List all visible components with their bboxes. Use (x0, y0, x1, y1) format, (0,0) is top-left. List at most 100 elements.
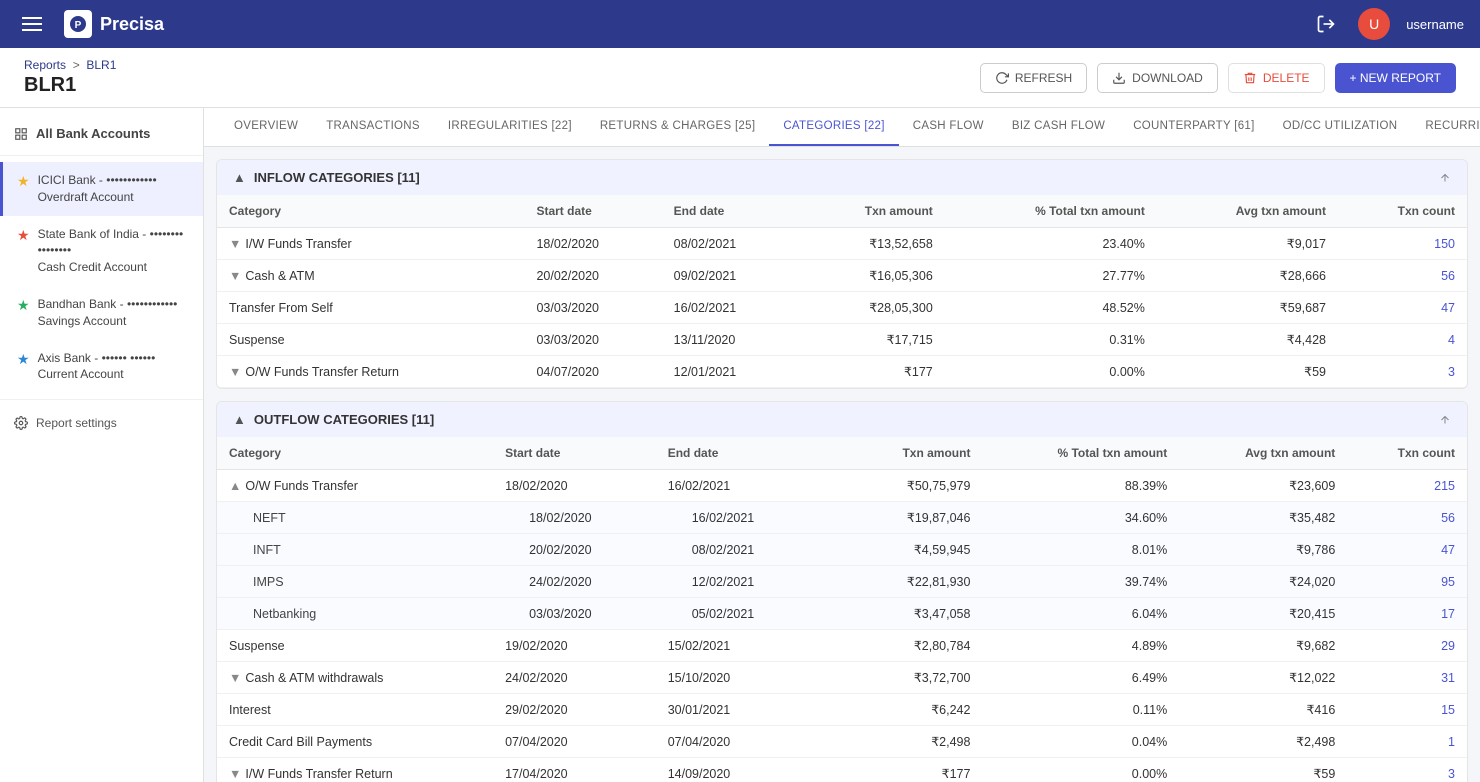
sidebar-settings[interactable]: Report settings (0, 406, 203, 440)
cell-count[interactable]: 215 (1347, 470, 1467, 502)
cell-category: ▲O/W Funds Transfer (217, 470, 493, 502)
inflow-section-header: ▲ INFLOW CATEGORIES [11] (217, 160, 1467, 195)
cell-count[interactable]: 47 (1338, 292, 1467, 324)
delete-button[interactable]: DELETE (1228, 63, 1325, 93)
cell-amount: ₹177 (799, 356, 945, 388)
inflow-collapse-btn[interactable]: ▲ (233, 170, 246, 185)
cell-pct: 6.04% (982, 598, 1179, 630)
breadcrumb-parent[interactable]: Reports (24, 58, 66, 72)
table-row-sub: IMPS 24/02/2020 12/02/2021 ₹22,81,930 39… (217, 566, 1467, 598)
sidebar-item-bandhan[interactable]: ★ Bandhan Bank - •••••••••••• Savings Ac… (0, 286, 203, 340)
outflow-collapse-btn[interactable]: ▲ (233, 412, 246, 427)
menu-icon[interactable] (16, 8, 48, 40)
tab-transactions[interactable]: TRANSACTIONS (312, 108, 434, 146)
cell-category: Suspense (217, 630, 493, 662)
tab-cashflow[interactable]: CASH FLOW (899, 108, 998, 146)
sidebar-item-sbi[interactable]: ★ State Bank of India - •••••••• •••••••… (0, 216, 203, 286)
table-row-sub: NEFT 18/02/2020 16/02/2021 ₹19,87,046 34… (217, 502, 1467, 534)
cell-amount: ₹28,05,300 (799, 292, 945, 324)
logout-icon[interactable] (1310, 8, 1342, 40)
col-txn-amount: Txn amount (799, 195, 945, 228)
cell-end: 05/02/2021 (656, 598, 819, 630)
cell-count[interactable]: 29 (1347, 630, 1467, 662)
cell-count[interactable]: 1 (1347, 726, 1467, 758)
cell-count[interactable]: 95 (1347, 566, 1467, 598)
cell-avg: ₹12,022 (1179, 662, 1347, 694)
cell-count[interactable]: 3 (1338, 356, 1467, 388)
table-row: ▼I/W Funds Transfer Return 17/04/2020 14… (217, 758, 1467, 782)
cell-count[interactable]: 4 (1338, 324, 1467, 356)
cell-amount: ₹17,715 (799, 324, 945, 356)
cell-amount: ₹13,52,658 (799, 228, 945, 260)
expand-icon[interactable]: ▼ (229, 671, 241, 685)
cell-avg: ₹9,017 (1157, 228, 1338, 260)
tab-overview[interactable]: OVERVIEW (220, 108, 312, 146)
cell-start: 04/07/2020 (524, 356, 661, 388)
outflow-section: ▲ OUTFLOW CATEGORIES [11] Category Start… (216, 401, 1468, 782)
col-end: End date (662, 195, 799, 228)
cell-start: 18/02/2020 (524, 228, 661, 260)
cell-count[interactable]: 15 (1347, 694, 1467, 726)
col-count: Txn count (1347, 437, 1467, 470)
table-row: Suspense 03/03/2020 13/11/2020 ₹17,715 0… (217, 324, 1467, 356)
new-report-button[interactable]: + NEW REPORT (1335, 63, 1456, 93)
cell-end: 15/02/2021 (656, 630, 819, 662)
cell-count[interactable]: 3 (1347, 758, 1467, 782)
cell-pct: 0.04% (982, 726, 1179, 758)
sidebar-item-icici[interactable]: ★ ICICI Bank - ••••••••••••Overdraft Acc… (0, 162, 203, 216)
tab-odcc[interactable]: OD/CC UTILIZATION (1269, 108, 1412, 146)
sidebar-item-icici-sub: Overdraft Account (38, 189, 157, 206)
sidebar: All Bank Accounts ★ ICICI Bank - •••••••… (0, 108, 204, 782)
sidebar-item-axis-sub: Current Account (38, 366, 156, 383)
cell-amount: ₹22,81,930 (818, 566, 982, 598)
sidebar-title: All Bank Accounts (36, 126, 150, 141)
expand-icon[interactable]: ▼ (229, 269, 241, 283)
cell-count[interactable]: 150 (1338, 228, 1467, 260)
expand-icon[interactable]: ▼ (229, 237, 241, 251)
cell-amount: ₹2,498 (818, 726, 982, 758)
outflow-sort-icon (1439, 414, 1451, 426)
settings-label: Report settings (36, 416, 117, 430)
cell-category: Credit Card Bill Payments (217, 726, 493, 758)
cell-amount: ₹50,75,979 (818, 470, 982, 502)
refresh-button[interactable]: REFRESH (980, 63, 1087, 93)
cell-avg: ₹59 (1157, 356, 1338, 388)
download-button[interactable]: DOWNLOAD (1097, 63, 1218, 93)
cell-category: ▼I/W Funds Transfer (217, 228, 524, 260)
cell-category-sub: Netbanking (217, 598, 493, 630)
tab-returns[interactable]: RETURNS & CHARGES [25] (586, 108, 770, 146)
expand-icon[interactable]: ▼ (229, 365, 241, 379)
cell-end: 15/10/2020 (656, 662, 819, 694)
tab-biz-cashflow[interactable]: BIZ CASH FLOW (998, 108, 1119, 146)
cell-start: 18/02/2020 (493, 502, 656, 534)
tab-recurring[interactable]: RECURRING PAYMENTS [27] (1411, 108, 1480, 146)
tab-irregularities[interactable]: IRREGULARITIES [22] (434, 108, 586, 146)
table-row: ▼I/W Funds Transfer 18/02/2020 08/02/202… (217, 228, 1467, 260)
table-row: Interest 29/02/2020 30/01/2021 ₹6,242 0.… (217, 694, 1467, 726)
cell-count[interactable]: 17 (1347, 598, 1467, 630)
tab-counterparty[interactable]: COUNTERPARTY [61] (1119, 108, 1268, 146)
page-title: BLR1 (24, 74, 116, 97)
cell-avg: ₹9,682 (1179, 630, 1347, 662)
cell-category-sub: NEFT (217, 502, 493, 534)
cell-avg: ₹20,415 (1179, 598, 1347, 630)
cell-count[interactable]: 31 (1347, 662, 1467, 694)
cell-count[interactable]: 56 (1338, 260, 1467, 292)
cell-count[interactable]: 56 (1347, 502, 1467, 534)
cell-amount: ₹16,05,306 (799, 260, 945, 292)
col-pct: % Total txn amount (982, 437, 1179, 470)
cell-start: 20/02/2020 (524, 260, 661, 292)
col-txn-amount: Txn amount (818, 437, 982, 470)
expand-icon[interactable]: ▲ (229, 479, 241, 493)
cell-category: Transfer From Self (217, 292, 524, 324)
avatar[interactable]: U (1358, 8, 1390, 40)
cell-count[interactable]: 47 (1347, 534, 1467, 566)
app-logo: P Precisa (64, 10, 164, 38)
subheader: Reports > BLR1 BLR1 REFRESH DOWNLOAD DEL… (0, 48, 1480, 108)
cell-pct: 23.40% (945, 228, 1157, 260)
tab-categories[interactable]: CATEGORIES [22] (769, 108, 898, 146)
sidebar-item-axis[interactable]: ★ Axis Bank - •••••• ••••••Current Accou… (0, 340, 203, 394)
table-row-sub: Netbanking 03/03/2020 05/02/2021 ₹3,47,0… (217, 598, 1467, 630)
cell-start: 03/03/2020 (524, 324, 661, 356)
col-start: Start date (524, 195, 661, 228)
